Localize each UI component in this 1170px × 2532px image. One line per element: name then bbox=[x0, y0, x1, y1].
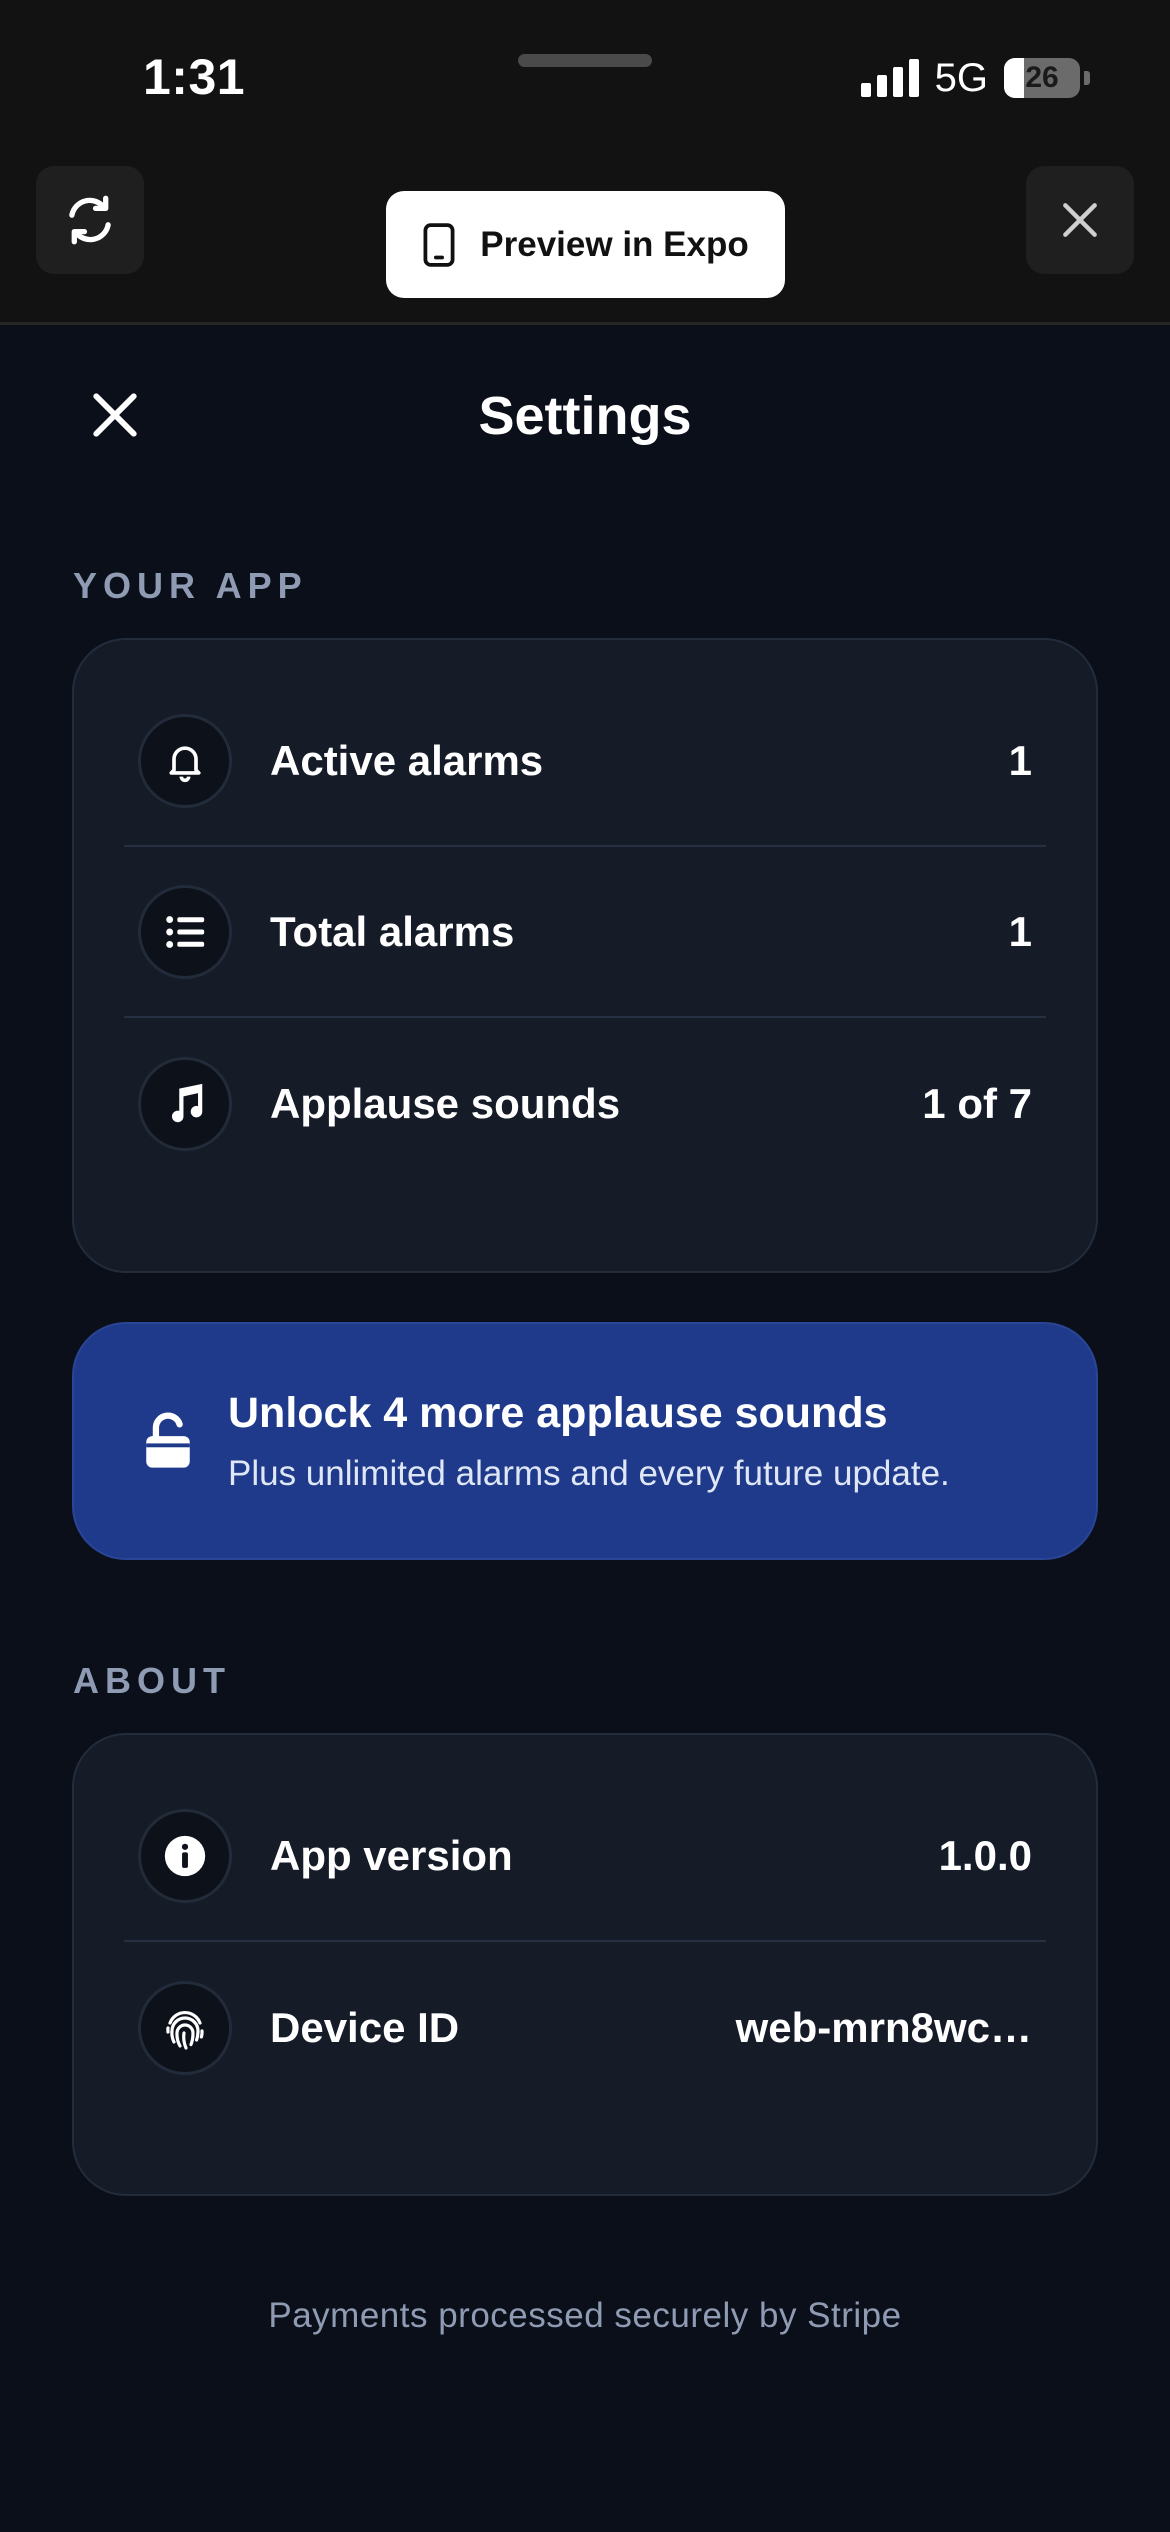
dynamic-island-pill bbox=[518, 54, 652, 67]
row-label: Applause sounds bbox=[270, 1079, 621, 1127]
row-device-id: Device ID web-mrn8wc… bbox=[124, 1942, 1046, 2113]
network-type: 5G bbox=[934, 55, 988, 100]
row-active-alarms: Active alarms 1 bbox=[124, 676, 1046, 847]
preview-in-expo-button[interactable]: Preview in Expo bbox=[386, 191, 785, 298]
row-label: Device ID bbox=[270, 2003, 460, 2051]
battery-percent: 26 bbox=[1025, 61, 1059, 94]
section-label-about: ABOUT bbox=[73, 1660, 231, 1701]
refresh-button[interactable] bbox=[36, 166, 144, 274]
about-card: App version 1.0.0 Device ID web-mrn8wc… bbox=[72, 1733, 1098, 2196]
status-indicators: 5G 26 bbox=[860, 55, 1090, 100]
section-label-your-app: YOUR APP bbox=[73, 565, 308, 606]
row-label: Total alarms bbox=[270, 907, 515, 955]
row-value: 1 bbox=[1008, 736, 1032, 784]
fingerprint-icon bbox=[138, 1980, 232, 2075]
battery-icon: 26 bbox=[1004, 58, 1080, 98]
battery-nub bbox=[1084, 71, 1090, 85]
unlock-sounds-banner[interactable]: Unlock 4 more applause sounds Plus unlim… bbox=[72, 1322, 1098, 1560]
info-icon bbox=[138, 1808, 232, 1903]
status-time: 1:31 bbox=[143, 49, 246, 105]
battery-level bbox=[1004, 58, 1024, 98]
unlock-subtitle: Plus unlimited alarms and every future u… bbox=[228, 1453, 950, 1493]
music-note-icon bbox=[138, 1056, 232, 1151]
unlock-title: Unlock 4 more applause sounds bbox=[228, 1388, 888, 1437]
unlock-texts: Unlock 4 more applause sounds Plus unlim… bbox=[228, 1389, 950, 1494]
preview-label: Preview in Expo bbox=[480, 224, 749, 264]
row-value: 1 of 7 bbox=[922, 1079, 1032, 1127]
row-label: Active alarms bbox=[270, 736, 544, 784]
row-app-version: App version 1.0.0 bbox=[124, 1771, 1046, 1942]
unlock-icon bbox=[128, 1412, 208, 1470]
refresh-icon bbox=[69, 195, 111, 245]
row-value: web-mrn8wc… bbox=[735, 2003, 1032, 2051]
close-icon bbox=[1063, 203, 1097, 237]
row-value: 1.0.0 bbox=[938, 1831, 1032, 1879]
bell-icon bbox=[138, 713, 232, 808]
row-total-alarms: Total alarms 1 bbox=[124, 847, 1046, 1018]
row-applause-sounds: Applause sounds 1 of 7 bbox=[124, 1018, 1046, 1189]
page-title: Settings bbox=[478, 386, 692, 446]
list-icon bbox=[138, 884, 232, 979]
expo-toolbar: 1:31 5G 26 Preview in Expo bbox=[0, 0, 1170, 325]
row-value: 1 bbox=[1008, 907, 1032, 955]
footer-note: Payments processed securely by Stripe bbox=[268, 2296, 902, 2335]
row-label: App version bbox=[270, 1831, 513, 1879]
close-preview-button[interactable] bbox=[1026, 166, 1134, 274]
signal-icon bbox=[860, 59, 919, 97]
your-app-card: Active alarms 1 Total alarms 1 Applause … bbox=[72, 638, 1098, 1273]
phone-icon bbox=[423, 222, 455, 267]
